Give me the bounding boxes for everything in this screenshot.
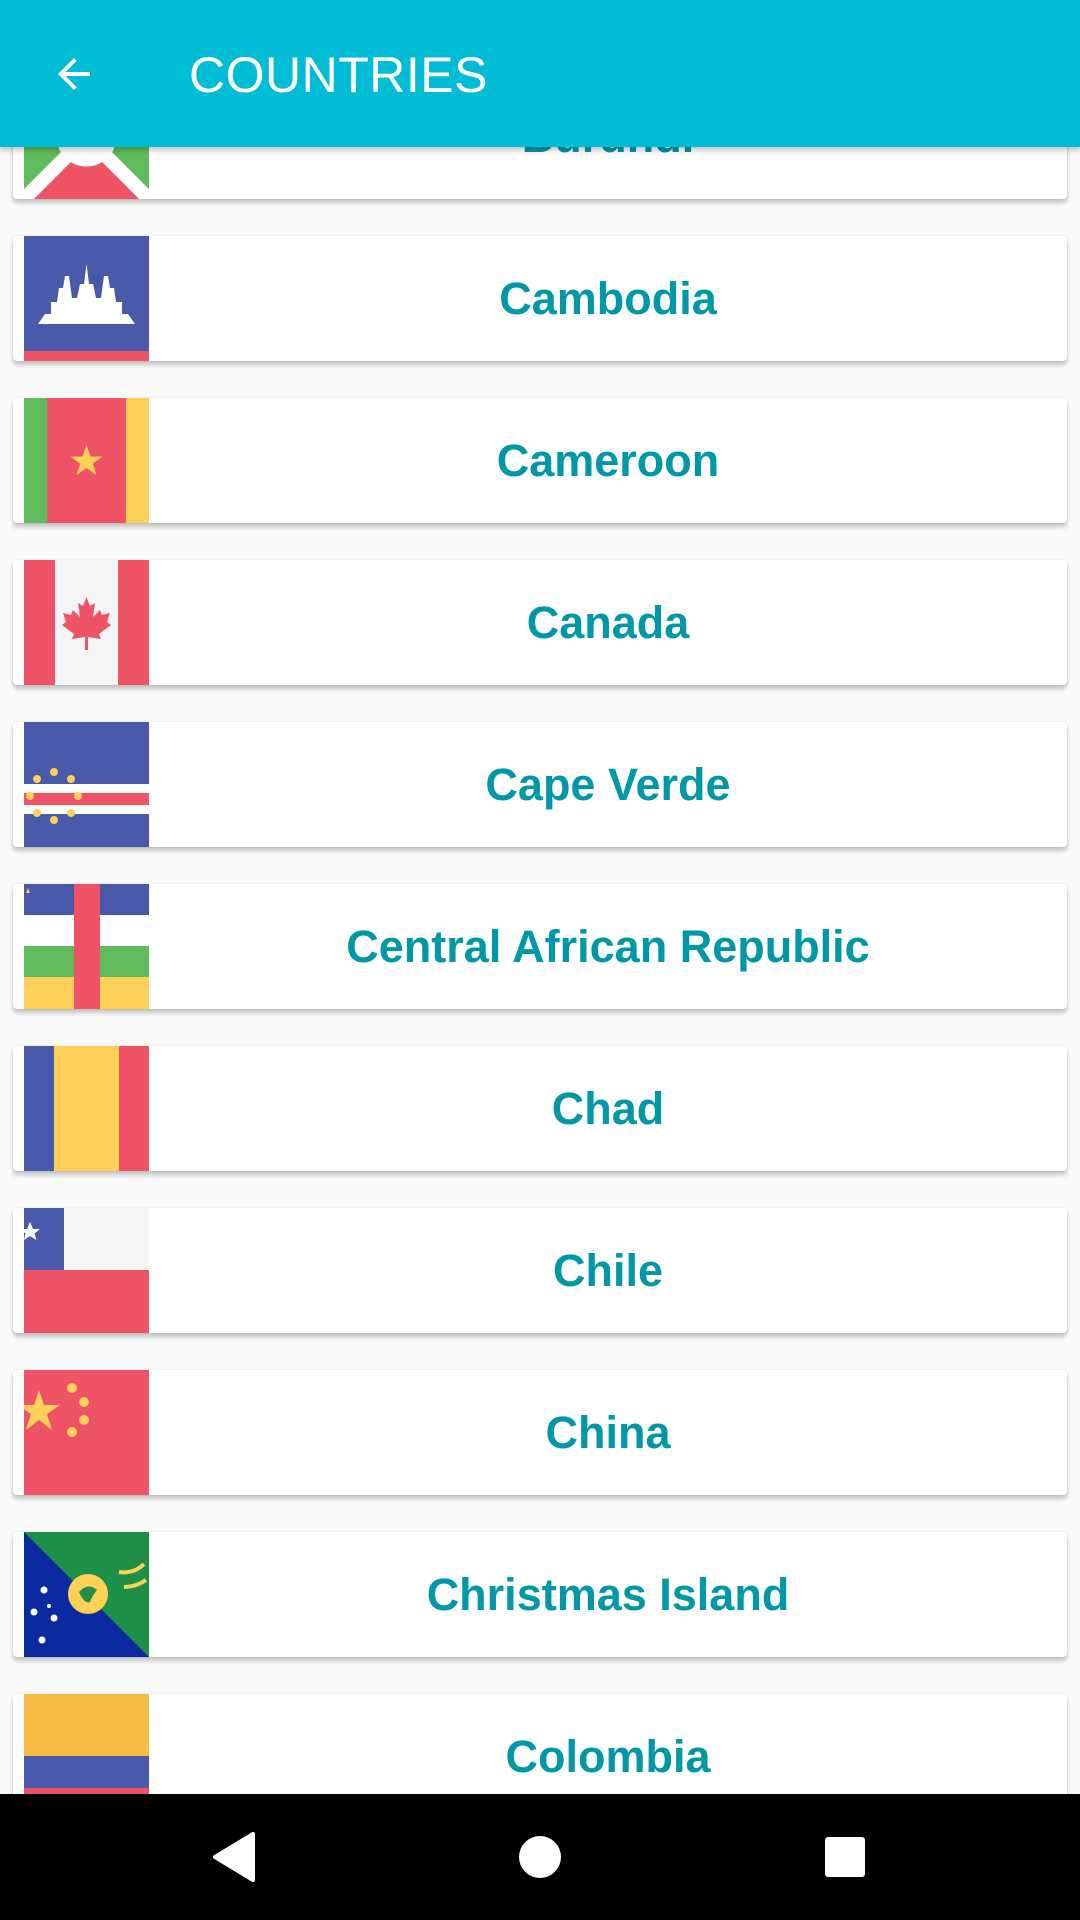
nav-home-circle-icon	[519, 1836, 561, 1878]
screen: { "app_bar": { "title": "COUNTRIES", "ba…	[0, 0, 1080, 1920]
app-bar: COUNTRIES	[0, 0, 1080, 147]
chile-flag-icon	[24, 1208, 149, 1333]
country-item-cameroon[interactable]: Cameroon	[13, 398, 1067, 523]
country-item-canada[interactable]: Canada	[13, 560, 1067, 685]
page-title: COUNTRIES	[189, 47, 488, 103]
country-item-colombia[interactable]: Colombia	[13, 1694, 1067, 1794]
country-list[interactable]: Burundi Cambodia	[0, 0, 1080, 1794]
back-button[interactable]	[30, 30, 117, 117]
country-name: Chile	[552, 1245, 664, 1296]
cape-verde-flag-icon	[24, 722, 149, 847]
canada-flag-icon	[24, 560, 149, 685]
nav-back-button[interactable]	[190, 1812, 280, 1902]
arrow-back-icon	[57, 57, 90, 90]
country-item-central-african-republic[interactable]: Central African Republic	[13, 884, 1067, 1009]
country-name: Cameroon	[496, 435, 720, 486]
country-name: Central African Republic	[346, 921, 870, 972]
cambodia-flag-icon	[24, 236, 149, 361]
country-name: China	[545, 1407, 671, 1458]
nav-home-button[interactable]	[495, 1812, 585, 1902]
cameroon-flag-icon	[24, 398, 149, 523]
chad-flag-icon	[24, 1046, 149, 1171]
country-name: Cape Verde	[485, 759, 731, 810]
country-item-cambodia[interactable]: Cambodia	[13, 236, 1067, 361]
system-navigation-bar	[0, 1794, 1080, 1920]
country-item-china[interactable]: China	[13, 1370, 1067, 1495]
country-item-cape-verde[interactable]: Cape Verde	[13, 722, 1067, 847]
country-name: Colombia	[505, 1731, 711, 1782]
country-item-chad[interactable]: Chad	[13, 1046, 1067, 1171]
nav-recents-square-icon	[825, 1837, 865, 1877]
country-name: Canada	[526, 597, 690, 648]
country-name: Cambodia	[499, 273, 717, 324]
country-name: Christmas Island	[426, 1569, 790, 1620]
country-name: Chad	[551, 1083, 665, 1134]
colombia-flag-icon	[24, 1694, 149, 1794]
nav-recents-button[interactable]	[800, 1812, 890, 1902]
country-item-chile[interactable]: Chile	[13, 1208, 1067, 1333]
christmas-island-flag-icon	[24, 1532, 149, 1657]
nav-back-triangle-icon	[213, 1832, 255, 1882]
china-flag-icon	[24, 1370, 149, 1495]
country-item-christmas-island[interactable]: Christmas Island	[13, 1532, 1067, 1657]
central-african-republic-flag-icon	[24, 884, 149, 1009]
